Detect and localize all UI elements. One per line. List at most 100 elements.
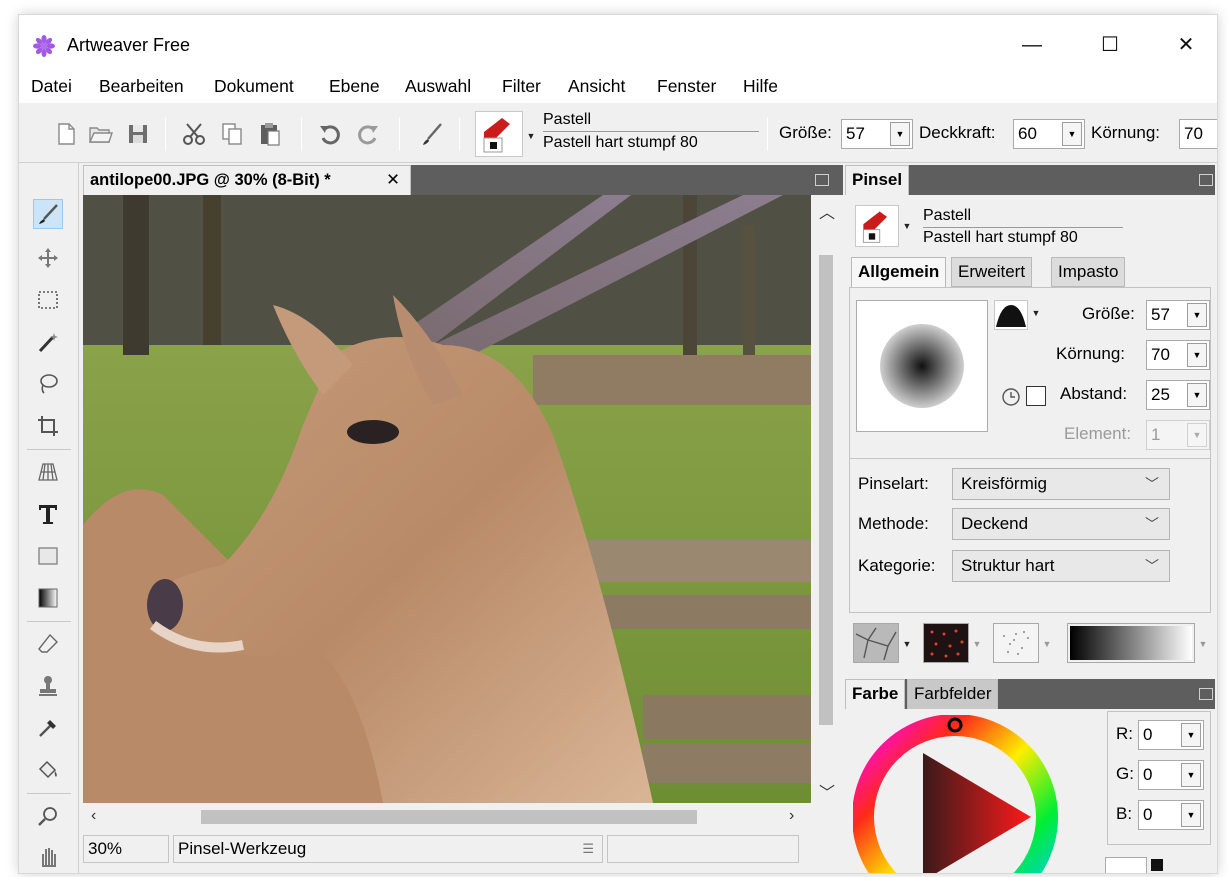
panel-size-input[interactable]: 57 ▼: [1146, 300, 1210, 330]
document-tab[interactable]: antilope00.JPG @ 30% (8-Bit) * ✕: [83, 165, 411, 195]
paper-texture-swatch[interactable]: [853, 623, 899, 663]
horizontal-scrollbar[interactable]: ‹ ›: [83, 803, 841, 831]
move-icon: [38, 248, 58, 268]
tool-lasso[interactable]: [33, 369, 63, 399]
minimize-button[interactable]: —: [1009, 29, 1055, 61]
toolbar-grain-input[interactable]: 70: [1179, 119, 1217, 149]
panel-menu-icon[interactable]: [1199, 688, 1213, 700]
open-folder-icon[interactable]: [87, 121, 113, 147]
panel-size-dropdown[interactable]: ▼: [1187, 303, 1207, 327]
r-input[interactable]: 0 ▼: [1138, 720, 1204, 750]
brush-tool-icon[interactable]: [419, 121, 445, 147]
tool-brush[interactable]: [33, 199, 63, 229]
brush-preset-dropdown-arrow[interactable]: ▼: [525, 129, 537, 143]
tool-fill[interactable]: [33, 755, 63, 785]
r-dropdown[interactable]: ▼: [1181, 723, 1201, 747]
tool-eraser[interactable]: [33, 629, 63, 659]
horizontal-scroll-thumb[interactable]: [201, 810, 697, 824]
brush-preset-thumbnail[interactable]: [475, 111, 523, 157]
menu-datei[interactable]: Datei: [31, 76, 72, 97]
background-color-swatch[interactable]: [1105, 857, 1147, 873]
panel-grain-dropdown[interactable]: ▼: [1187, 343, 1207, 367]
menu-bearbeiten[interactable]: Bearbeiten: [99, 76, 184, 97]
menu-ebene[interactable]: Ebene: [329, 76, 380, 97]
tool-gradient[interactable]: [33, 583, 63, 613]
pattern-dropdown-arrow[interactable]: ▼: [971, 637, 983, 651]
tool-perspective-grid[interactable]: [33, 457, 63, 487]
tool-clone-stamp[interactable]: [33, 671, 63, 701]
grain-swatch[interactable]: [993, 623, 1039, 663]
g-input[interactable]: 0 ▼: [1138, 760, 1204, 790]
vertical-scrollbar[interactable]: ︿ ﹀: [811, 195, 841, 803]
foreground-color-swatch[interactable]: [1151, 859, 1163, 871]
close-button[interactable]: ✕: [1163, 29, 1209, 61]
panel-grain-input[interactable]: 70 ▼: [1146, 340, 1210, 370]
maximize-button[interactable]: ☐: [1087, 29, 1133, 61]
panel-brush-preset-dropdown-arrow[interactable]: ▼: [901, 219, 913, 233]
tab-farbfelder[interactable]: Farbfelder: [907, 679, 999, 709]
tab-farbe[interactable]: Farbe: [845, 679, 906, 709]
undo-icon[interactable]: [317, 121, 343, 147]
tab-erweitert[interactable]: Erweitert: [951, 257, 1033, 287]
tool-hand[interactable]: [33, 841, 63, 871]
tab-pinsel[interactable]: Pinsel: [845, 165, 910, 195]
color-wheel[interactable]: [853, 715, 1073, 874]
status-panel-icon[interactable]: ☰: [582, 836, 594, 862]
menu-hilfe[interactable]: Hilfe: [743, 76, 778, 97]
redo-icon[interactable]: [355, 121, 381, 147]
panel-brush-preset-thumbnail[interactable]: [855, 205, 899, 247]
method-select[interactable]: Deckend ﹀: [952, 508, 1170, 540]
copy-icon[interactable]: [219, 121, 245, 147]
tool-zoom[interactable]: [33, 801, 63, 831]
document-tab-close-icon[interactable]: ✕: [386, 166, 400, 194]
b-dropdown[interactable]: ▼: [1181, 803, 1201, 827]
tool-move[interactable]: [33, 243, 63, 273]
new-document-icon[interactable]: [53, 121, 79, 147]
tool-crop[interactable]: [33, 411, 63, 441]
tool-eyedropper[interactable]: [33, 713, 63, 743]
panel-menu-icon[interactable]: [815, 174, 829, 186]
paste-icon[interactable]: [257, 121, 283, 147]
scroll-left-arrow-icon[interactable]: ‹: [91, 807, 96, 825]
scroll-down-arrow-icon[interactable]: ﹀: [819, 779, 835, 803]
menu-ansicht[interactable]: Ansicht: [568, 76, 625, 97]
category-select[interactable]: Struktur hart ﹀: [952, 550, 1170, 582]
tab-allgemein[interactable]: Allgemein: [851, 257, 947, 287]
image-canvas[interactable]: [83, 195, 811, 803]
b-input[interactable]: 0 ▼: [1138, 800, 1204, 830]
texture-row: ▼ ▼ ▼ ▼: [853, 623, 1213, 665]
spacing-checkbox[interactable]: [1026, 386, 1046, 406]
scroll-up-arrow-icon[interactable]: ︿: [819, 199, 835, 223]
panel-spacing-dropdown[interactable]: ▼: [1187, 383, 1207, 407]
gradient-dropdown-arrow[interactable]: ▼: [1197, 637, 1209, 651]
menu-filter[interactable]: Filter: [502, 76, 541, 97]
tab-impasto[interactable]: Impasto: [1051, 257, 1126, 287]
brush-type-select[interactable]: Kreisförmig ﹀: [952, 468, 1170, 500]
scroll-right-arrow-icon[interactable]: ›: [789, 807, 794, 825]
grain-dropdown-arrow[interactable]: ▼: [1041, 637, 1053, 651]
toolbar-opacity-dropdown[interactable]: ▼: [1062, 122, 1082, 146]
g-dropdown[interactable]: ▼: [1181, 763, 1201, 787]
vertical-scroll-thumb[interactable]: [819, 255, 833, 725]
tool-rect-select[interactable]: [33, 285, 63, 315]
cut-icon[interactable]: [181, 121, 207, 147]
menu-dokument[interactable]: Dokument: [214, 76, 294, 97]
menu-auswahl[interactable]: Auswahl: [405, 76, 471, 97]
panel-menu-icon[interactable]: [1199, 174, 1213, 186]
toolbar-size-input[interactable]: 57 ▼: [841, 119, 913, 149]
tool-shape[interactable]: [33, 541, 63, 571]
b-label: B:: [1116, 804, 1133, 823]
tool-text[interactable]: [33, 499, 63, 529]
brush-shape-selector[interactable]: [994, 300, 1028, 330]
tool-magic-wand[interactable]: [33, 327, 63, 357]
zoom-level-field[interactable]: 30%: [83, 835, 169, 863]
pattern-swatch[interactable]: [923, 623, 969, 663]
panel-spacing-input[interactable]: 25 ▼: [1146, 380, 1210, 410]
toolbar-opacity-input[interactable]: 60 ▼: [1013, 119, 1085, 149]
brush-shape-dropdown-arrow[interactable]: ▼: [1030, 306, 1042, 320]
save-icon[interactable]: [125, 121, 151, 147]
gradient-swatch[interactable]: [1067, 623, 1195, 663]
menu-fenster[interactable]: Fenster: [657, 76, 716, 97]
toolbar-size-dropdown[interactable]: ▼: [890, 122, 910, 146]
paper-texture-dropdown-arrow[interactable]: ▼: [901, 637, 913, 651]
